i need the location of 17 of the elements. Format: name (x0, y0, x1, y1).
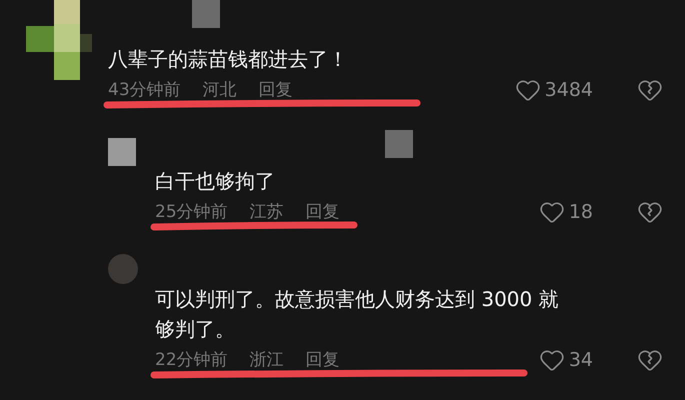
comment-region: 浙江 (250, 350, 284, 370)
reply-link[interactable]: 回复 (306, 202, 340, 222)
comment-text: 可以判刑了。故意损害他人财务达到 3000 就够判了。 (155, 286, 560, 343)
like-button[interactable]: 3484 (514, 77, 593, 103)
comment-region: 河北 (202, 80, 237, 100)
reply-link[interactable]: 回复 (306, 350, 340, 370)
comment-time: 43分钟前 (108, 80, 181, 100)
like-button[interactable]: 34 (538, 347, 593, 373)
comment-text: 白干也够拘了 (155, 168, 276, 195)
comment-time: 25分钟前 (155, 202, 228, 222)
comment-region: 江苏 (250, 202, 284, 222)
name-mosaic (385, 130, 413, 158)
comment-text: 八辈子的蒜苗钱都进去了！ (108, 46, 349, 73)
name-mosaic (192, 0, 220, 28)
comment-time: 22分钟前 (155, 350, 228, 370)
like-button[interactable]: 18 (538, 199, 593, 225)
reply-link[interactable]: 回复 (258, 80, 293, 100)
